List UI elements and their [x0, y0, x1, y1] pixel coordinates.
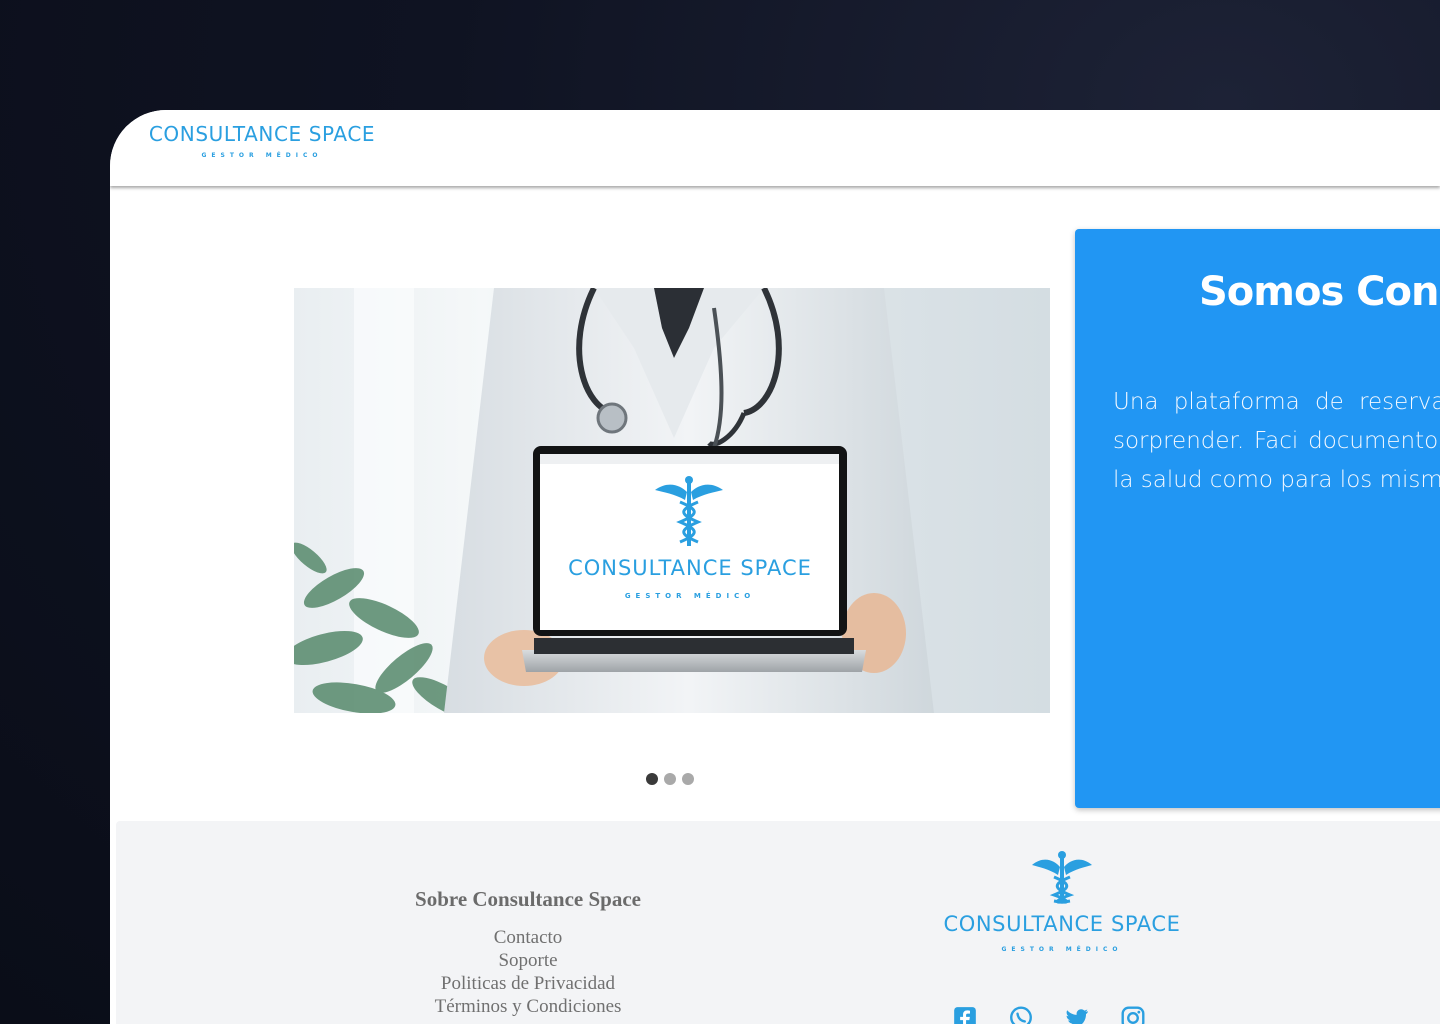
footer-heading: Sobre Consultance Space: [415, 887, 641, 911]
slide-image-doctor-with-laptop: CONSULTANCE SPACE GESTOR MÉDICO: [294, 288, 1050, 713]
instagram-icon[interactable]: [1120, 1005, 1146, 1024]
social-links: [952, 1005, 1146, 1024]
slide-screen-brand-name: CONSULTANCE SPACE: [568, 556, 812, 580]
carousel-dot-1[interactable]: [646, 773, 658, 785]
carousel-indicators: [646, 773, 694, 785]
hero-title: Somos Consu: [1199, 269, 1440, 315]
carousel-dot-3[interactable]: [682, 773, 694, 785]
footer-brand-subtitle: GESTOR MÉDICO: [1001, 946, 1123, 953]
header-brand-subtitle: GESTOR MÉDICO: [201, 152, 323, 159]
footer-logo: CONSULTANCE SPACE GESTOR MÉDICO: [932, 851, 1192, 953]
header-brand-name: CONSULTANCE SPACE: [148, 122, 376, 146]
image-carousel[interactable]: CONSULTANCE SPACE GESTOR MÉDICO: [294, 288, 1050, 713]
top-navbar: CONSULTANCE SPACE GESTOR MÉDICO: [110, 110, 1440, 186]
twitter-icon[interactable]: [1064, 1005, 1090, 1024]
footer-link-soporte[interactable]: Soporte: [328, 949, 728, 972]
browser-page: CONSULTANCE SPACE GESTOR MÉDICO CONSULTA…: [110, 110, 1440, 1024]
footer-link-privacidad[interactable]: Politicas de Privacidad: [328, 972, 728, 995]
carousel-dot-2[interactable]: [664, 773, 676, 785]
footer-about-section: Sobre Consultance Space Contacto Soporte…: [328, 887, 728, 1018]
footer-link-terminos[interactable]: Términos y Condiciones: [328, 995, 728, 1018]
facebook-icon[interactable]: [952, 1005, 978, 1024]
hero-card: Somos Consu Una plataforma de reserva y …: [1075, 229, 1440, 808]
header-logo[interactable]: CONSULTANCE SPACE GESTOR MÉDICO: [136, 120, 388, 159]
footer-brand-name: CONSULTANCE SPACE: [943, 912, 1181, 936]
footer: Sobre Consultance Space Contacto Soporte…: [116, 821, 1440, 1024]
slide-screen-brand-subtitle: GESTOR MÉDICO: [625, 591, 755, 600]
footer-link-contacto[interactable]: Contacto: [328, 926, 728, 949]
whatsapp-icon[interactable]: [1008, 1005, 1034, 1024]
hero-description: Una plataforma de reserva y g que te va …: [1113, 389, 1440, 493]
caduceus-icon: [1032, 851, 1092, 904]
